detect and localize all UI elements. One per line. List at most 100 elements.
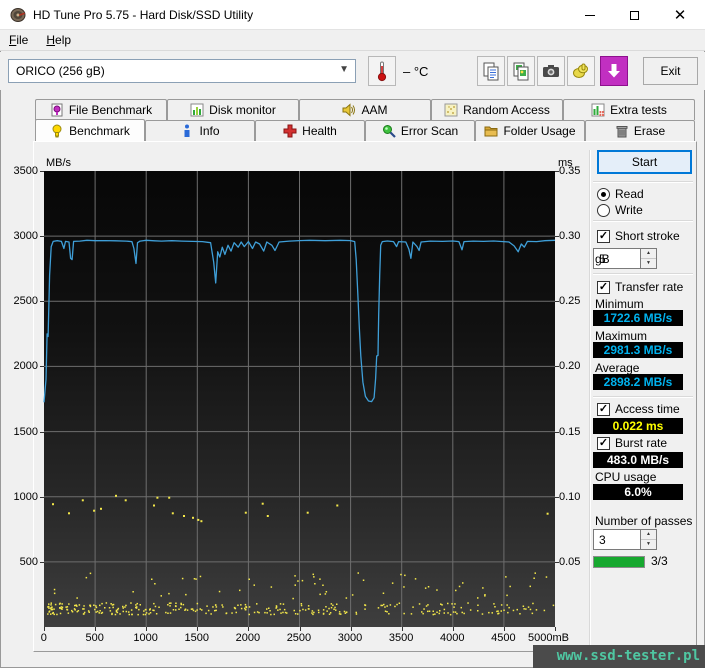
tab-random-access[interactable]: Random Access xyxy=(431,99,563,120)
tab-health[interactable]: Health xyxy=(255,120,365,141)
read-label: Read xyxy=(615,187,644,201)
separator xyxy=(593,396,693,398)
axis-tick-label xyxy=(402,627,403,631)
tab-label: Folder Usage xyxy=(503,124,575,138)
axis-tick-label xyxy=(351,627,352,631)
spin-up-icon[interactable]: ▲ xyxy=(641,530,656,540)
spinner-buttons[interactable]: ▲▼ xyxy=(640,249,656,268)
menu-file[interactable]: File xyxy=(0,30,37,51)
info-icon xyxy=(180,124,194,138)
random-access-icon xyxy=(444,103,458,117)
tab-extra-tests[interactable]: Extra tests xyxy=(563,99,695,120)
axis-tick-label xyxy=(300,627,301,631)
copy-text-button[interactable] xyxy=(477,56,505,86)
write-radio-row[interactable]: Write xyxy=(597,203,643,217)
copy-image-button[interactable] xyxy=(507,56,535,86)
download-results-button[interactable] xyxy=(600,56,628,86)
menu-bar: File Help xyxy=(0,30,705,51)
menu-help[interactable]: Help xyxy=(37,30,80,51)
tab-label: Disk monitor xyxy=(209,103,276,117)
axis-tick-label xyxy=(555,497,559,498)
progress-fill xyxy=(594,557,644,567)
minimize-button[interactable] xyxy=(568,0,612,30)
extra-tests-icon xyxy=(591,103,605,117)
read-radio[interactable] xyxy=(597,188,610,201)
average-value: 2898.2 MB/s xyxy=(593,374,683,390)
tab-erase[interactable]: Erase xyxy=(585,120,695,141)
short-stroke-row[interactable]: ✓ Short stroke xyxy=(597,229,680,243)
temperature-button[interactable] xyxy=(368,56,396,86)
tab-label: Random Access xyxy=(463,103,550,117)
transfer-rate-row[interactable]: ✓ Transfer rate xyxy=(597,280,683,294)
help-hand-button[interactable] xyxy=(567,56,595,86)
maximize-button[interactable] xyxy=(612,0,656,30)
tab-folder-usage[interactable]: Folder Usage xyxy=(475,120,585,141)
axis-tick-label: 5000mB xyxy=(528,632,569,644)
axis-tick-label xyxy=(40,236,44,237)
axis-tick-label xyxy=(197,627,198,631)
spin-down-icon[interactable]: ▼ xyxy=(641,540,656,549)
tab-file-benchmark[interactable]: File Benchmark xyxy=(35,99,167,120)
tab-label: Benchmark xyxy=(69,124,130,138)
axis-tick-label xyxy=(504,627,505,631)
access-time-label: Access time xyxy=(615,402,680,416)
spin-up-icon[interactable]: ▲ xyxy=(641,249,656,259)
tab-label: File Benchmark xyxy=(69,103,152,117)
short-stroke-checkbox[interactable]: ✓ xyxy=(597,230,610,243)
drive-select-value: ORICO (256 gB) xyxy=(16,64,105,78)
access-time-checkbox[interactable]: ✓ xyxy=(597,403,610,416)
axis-tick-label xyxy=(40,562,44,563)
axis-tick-label xyxy=(40,497,44,498)
axis-tick-label xyxy=(146,627,147,631)
tab-benchmark[interactable]: Benchmark xyxy=(35,119,145,141)
axis-tick-label xyxy=(40,301,44,302)
maximum-label: Maximum xyxy=(595,329,647,343)
maximum-value: 2981.3 MB/s xyxy=(593,342,683,358)
screenshot-button[interactable] xyxy=(537,56,565,86)
axis-tick-label: 3500 xyxy=(4,165,38,177)
cpu-usage-value: 6.0% xyxy=(593,484,683,500)
tab-info[interactable]: Info xyxy=(145,120,255,141)
passes-spinner[interactable]: 3 ▲▼ xyxy=(593,529,657,550)
hand-icon xyxy=(571,61,591,81)
axis-tick-label: 0.15 xyxy=(559,426,580,438)
read-radio-row[interactable]: Read xyxy=(597,187,644,201)
axis-tick-label xyxy=(453,627,454,631)
maximize-icon xyxy=(630,11,639,20)
temperature-value: – °C xyxy=(403,64,428,79)
separator xyxy=(593,181,693,183)
write-radio[interactable] xyxy=(597,204,610,217)
drive-select-combobox[interactable]: ORICO (256 gB) ▼ xyxy=(8,59,356,83)
bulb-icon xyxy=(50,124,64,138)
tab-disk-monitor[interactable]: Disk monitor xyxy=(167,99,299,120)
axis-tick-label xyxy=(40,432,44,433)
close-button[interactable]: ✕ xyxy=(658,0,702,30)
axis-tick-label: 1000 xyxy=(133,632,157,644)
axis-tick-label: 500 xyxy=(86,632,104,644)
transfer-rate-label: Transfer rate xyxy=(615,280,683,294)
burst-rate-row[interactable]: ✓ Burst rate xyxy=(597,436,667,450)
tab-label: Health xyxy=(302,124,337,138)
axis-tick-label: 3000 xyxy=(338,632,362,644)
axis-tick-label xyxy=(95,627,96,631)
tab-aam[interactable]: AAM xyxy=(299,99,431,120)
tab-label: Extra tests xyxy=(610,103,667,117)
burst-rate-label: Burst rate xyxy=(615,436,667,450)
axis-tick-label xyxy=(40,171,44,172)
exit-button[interactable]: Exit xyxy=(643,57,698,85)
burst-rate-checkbox[interactable]: ✓ xyxy=(597,437,610,450)
axis-tick-label: 2000 xyxy=(236,632,260,644)
tab-row-1: File Benchmark Disk monitor AAM Random xyxy=(35,99,695,120)
axis-tick-label: 4000 xyxy=(440,632,464,644)
thermometer-icon xyxy=(375,60,389,82)
axis-tick-label xyxy=(555,236,559,237)
cpu-usage-label: CPU usage xyxy=(595,470,656,484)
axis-tick-label xyxy=(248,627,249,631)
start-button[interactable]: Start xyxy=(597,150,692,174)
tab-error-scan[interactable]: Error Scan xyxy=(365,120,475,141)
access-time-row[interactable]: ✓ Access time xyxy=(597,402,680,416)
spin-down-icon[interactable]: ▼ xyxy=(641,259,656,268)
transfer-rate-checkbox[interactable]: ✓ xyxy=(597,281,610,294)
spinner-buttons[interactable]: ▲▼ xyxy=(640,530,656,549)
benchmark-chart xyxy=(44,171,555,627)
